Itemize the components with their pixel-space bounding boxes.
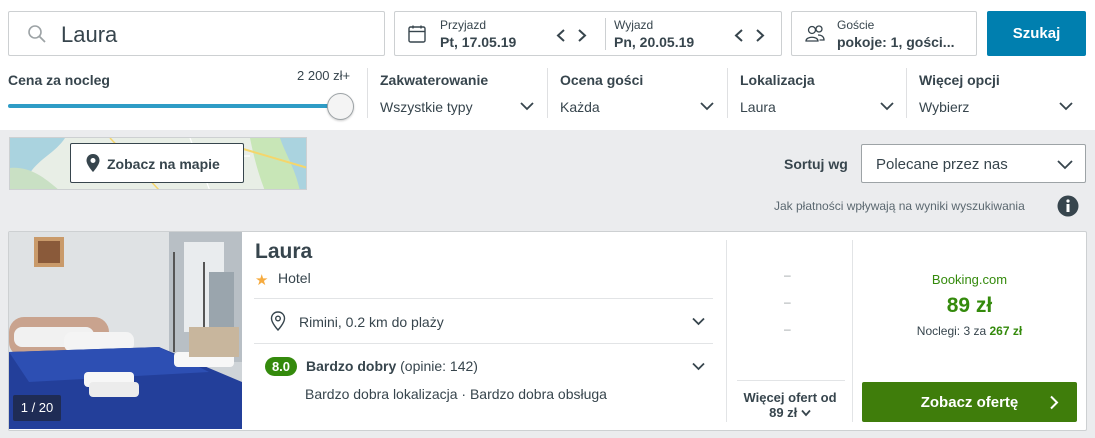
filter-price-max: 2 200 zł+	[297, 68, 351, 83]
chevron-down-icon	[520, 102, 534, 111]
chevron-right-icon[interactable]	[755, 29, 765, 42]
filter-rating-title: Ocena gości	[560, 72, 644, 88]
deal-price[interactable]: 89 zł	[860, 294, 1079, 318]
checkout-value[interactable]: Pn, 20.05.19	[614, 34, 694, 50]
filter-divider	[906, 68, 907, 118]
rating-highlights: Bardzo dobra lokalizacja · Bardzo dobra …	[305, 386, 607, 402]
image-counter: 1 / 20	[13, 395, 61, 421]
filter-divider	[547, 68, 548, 118]
filter-rating-value: Każda	[560, 99, 600, 115]
rating-badge: 8.0	[265, 357, 297, 376]
more-offers-link[interactable]: Więcej ofert od 89 zł	[738, 390, 842, 420]
search-input[interactable]: Laura	[8, 11, 385, 56]
price-slider-track[interactable]	[8, 104, 342, 108]
rating-label: Bardzo dobry	[306, 358, 397, 374]
checkout-label: Wyjazd	[614, 18, 654, 32]
alt-price: –	[784, 295, 791, 309]
view-deal-label: Zobacz ofertę	[920, 394, 1019, 411]
filter-more-title: Więcej opcji	[919, 72, 1000, 88]
rating-reviews: (opinie: 142)	[400, 358, 478, 374]
date-separator	[605, 18, 606, 50]
more-offers-line2-row: 89 zł	[738, 405, 842, 420]
filter-divider	[727, 68, 728, 118]
provider-name[interactable]: Booking.com	[860, 272, 1079, 287]
chevron-right-icon	[1050, 395, 1059, 410]
location-pin-icon	[270, 311, 286, 331]
filter-price-title: Cena za nocleg	[8, 72, 110, 88]
filter-rating[interactable]: Ocena gości Każda	[560, 68, 716, 124]
filter-more[interactable]: Więcej opcji Wybierz	[919, 68, 1075, 124]
alt-price: –	[784, 322, 791, 336]
chevron-down-icon	[1057, 160, 1073, 170]
checkin-label: Przyjazd	[440, 18, 487, 32]
filter-location[interactable]: Lokalizacja Laura	[740, 68, 896, 124]
price-slider-handle[interactable]	[327, 93, 354, 120]
sort-value: Polecane przez nas	[876, 156, 1008, 173]
search-icon	[28, 25, 46, 43]
hotel-type: Hotel	[278, 270, 311, 286]
chevron-down-icon	[801, 409, 811, 417]
filter-location-title: Lokalizacja	[740, 72, 815, 88]
guests-label: Goście	[837, 18, 875, 32]
filter-more-value: Wybierz	[919, 99, 970, 115]
search-value: Laura	[61, 22, 118, 47]
filter-divider	[367, 68, 368, 118]
chevron-down-icon	[700, 102, 714, 111]
guests-selector[interactable]: Goście pokoje: 1, gości...	[791, 11, 977, 56]
nights-total: Noclegi: 3 za 267 zł	[860, 324, 1079, 338]
nights-prefix: Noclegi: 3 za	[916, 324, 987, 338]
guests-value: pokoje: 1, gości...	[837, 34, 955, 50]
hotel-name[interactable]: Laura	[255, 240, 312, 264]
view-on-map-button[interactable]: Zobacz na mapie	[70, 143, 244, 183]
info-icon[interactable]	[1057, 195, 1079, 217]
view-on-map-label: Zobacz na mapie	[107, 156, 220, 172]
chevron-left-icon[interactable]	[734, 29, 744, 42]
star-icon: ★	[255, 272, 269, 289]
divider	[254, 343, 713, 344]
date-picker[interactable]: Przyjazd Pt, 17.05.19 Wyjazd Pn, 20.05.1…	[394, 11, 782, 56]
divider	[737, 380, 845, 381]
divider	[254, 298, 713, 299]
chevron-left-icon[interactable]	[556, 29, 566, 42]
map-pin-icon	[86, 154, 100, 172]
column-divider	[726, 240, 727, 422]
filter-location-value: Laura	[740, 99, 776, 115]
sort-select[interactable]: Polecane przez nas	[861, 144, 1086, 183]
guests-icon	[805, 25, 825, 42]
hotel-location[interactable]: Rimini, 0.2 km do plaży	[299, 314, 444, 330]
more-offers-line1: Więcej ofert od	[743, 390, 837, 405]
filter-accommodation[interactable]: Zakwaterowanie Wszystkie typy	[380, 68, 536, 124]
checkin-value[interactable]: Pt, 17.05.19	[440, 34, 516, 50]
column-divider	[852, 240, 853, 422]
chevron-right-icon[interactable]	[577, 29, 587, 42]
rating-summary[interactable]: Bardzo dobry (opinie: 142)	[306, 358, 478, 374]
chevron-down-icon[interactable]	[692, 317, 705, 326]
more-offers-line2: 89 zł	[769, 405, 798, 420]
nights-total-price: 267 zł	[989, 324, 1023, 338]
alt-price: –	[784, 268, 791, 282]
sort-label: Sortuj wg	[784, 156, 848, 172]
chevron-down-icon	[880, 102, 894, 111]
chevron-down-icon[interactable]	[692, 362, 705, 371]
filter-accommodation-value: Wszystkie typy	[380, 99, 473, 115]
filter-accommodation-title: Zakwaterowanie	[380, 72, 489, 88]
calendar-icon	[408, 25, 426, 43]
view-deal-button[interactable]: Zobacz ofertę	[862, 382, 1077, 422]
chevron-down-icon	[1059, 102, 1073, 111]
search-button[interactable]: Szukaj	[987, 11, 1086, 56]
payment-info-text[interactable]: Jak płatności wpływają na wyniki wyszuki…	[774, 199, 1025, 213]
